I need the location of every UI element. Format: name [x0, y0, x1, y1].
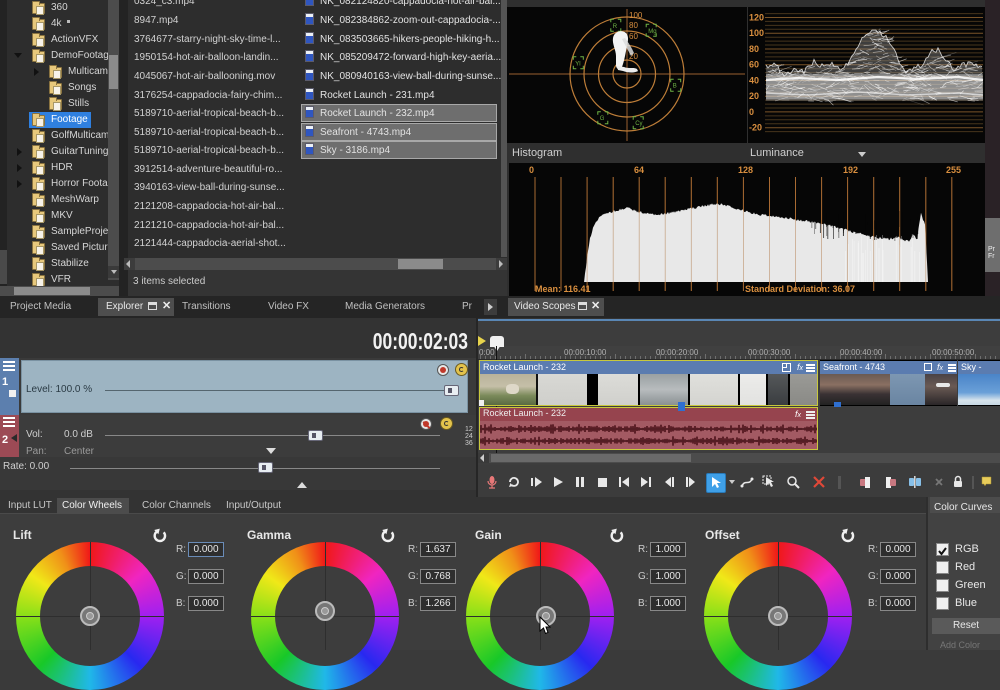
svg-text:128: 128 — [738, 165, 753, 175]
svg-text:255: 255 — [946, 165, 961, 175]
svg-text:60: 60 — [629, 32, 638, 41]
svg-text:120: 120 — [749, 13, 764, 23]
svg-text:20: 20 — [749, 91, 759, 101]
svg-text:Cy: Cy — [635, 121, 642, 127]
svg-text:Mg: Mg — [648, 29, 656, 35]
svg-text:192: 192 — [843, 165, 858, 175]
svg-text:Standard Deviation: 36.07: Standard Deviation: 36.07 — [745, 284, 855, 294]
svg-text:0: 0 — [749, 107, 754, 117]
svg-text:R: R — [613, 24, 618, 30]
svg-text:B: B — [673, 84, 677, 90]
svg-text:100: 100 — [749, 28, 764, 38]
svg-text:100: 100 — [629, 11, 643, 20]
svg-text:64: 64 — [634, 165, 644, 175]
svg-text:80: 80 — [629, 21, 638, 30]
svg-text:Yl: Yl — [575, 61, 580, 67]
svg-text:0: 0 — [529, 165, 534, 175]
svg-text:Mean: 116.41: Mean: 116.41 — [535, 284, 591, 294]
svg-text:40: 40 — [749, 76, 759, 86]
svg-text:-20: -20 — [749, 123, 762, 133]
svg-text:80: 80 — [749, 44, 759, 54]
svg-text:60: 60 — [749, 60, 759, 70]
svg-text:G: G — [600, 116, 605, 122]
